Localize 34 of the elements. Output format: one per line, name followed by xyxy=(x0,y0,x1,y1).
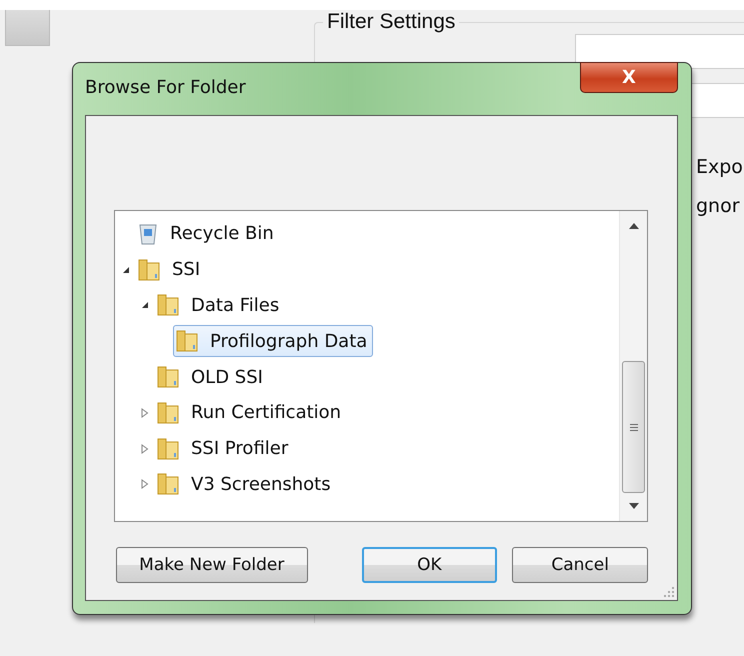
scrollbar[interactable] xyxy=(619,211,647,521)
expanded-arrow-icon[interactable] xyxy=(141,301,149,310)
folder-icon xyxy=(157,472,179,496)
scroll-up-icon[interactable] xyxy=(628,223,638,229)
folder-icon xyxy=(176,329,198,354)
resize-grip-icon[interactable] xyxy=(664,587,674,597)
expanded-arrow-icon[interactable] xyxy=(122,266,130,274)
folder-icon xyxy=(157,436,179,461)
dialog-button[interactable]: Make New Folder xyxy=(116,547,308,583)
scroll-down-icon[interactable] xyxy=(628,503,638,509)
tree-item[interactable]: Profilograph Data xyxy=(173,325,374,358)
close-button[interactable]: X xyxy=(580,62,678,93)
dialog-button[interactable]: OK xyxy=(362,547,498,583)
collapsed-arrow-icon[interactable] xyxy=(141,408,149,418)
tree-item[interactable]: Data Files xyxy=(154,289,286,322)
tree-item[interactable]: SSI xyxy=(135,254,206,286)
collapsed-arrow-icon[interactable] xyxy=(141,479,149,490)
tree-item[interactable]: Recycle Bin xyxy=(135,218,280,249)
group-title: Filter Settings xyxy=(323,10,460,34)
tree-item[interactable]: SSI Profiler xyxy=(154,432,294,465)
folder-icon xyxy=(157,293,179,318)
tree-item[interactable]: Run Certification xyxy=(154,396,348,429)
window-title: Browse For Folder xyxy=(85,77,246,98)
option-label: Expo xyxy=(696,156,744,178)
folder-icon xyxy=(157,400,179,425)
folder-icon xyxy=(138,258,160,282)
dialog-button[interactable]: Cancel xyxy=(512,547,648,583)
recycle-bin-icon xyxy=(138,222,158,245)
collapsed-arrow-icon[interactable] xyxy=(141,444,149,454)
tree-item[interactable]: V3 Screenshots xyxy=(154,468,337,500)
scrollbar-thumb[interactable] xyxy=(622,361,645,493)
tree-item[interactable]: OLD SSI xyxy=(154,361,269,394)
folder-icon xyxy=(157,365,179,390)
option-label: gnor xyxy=(696,195,741,217)
